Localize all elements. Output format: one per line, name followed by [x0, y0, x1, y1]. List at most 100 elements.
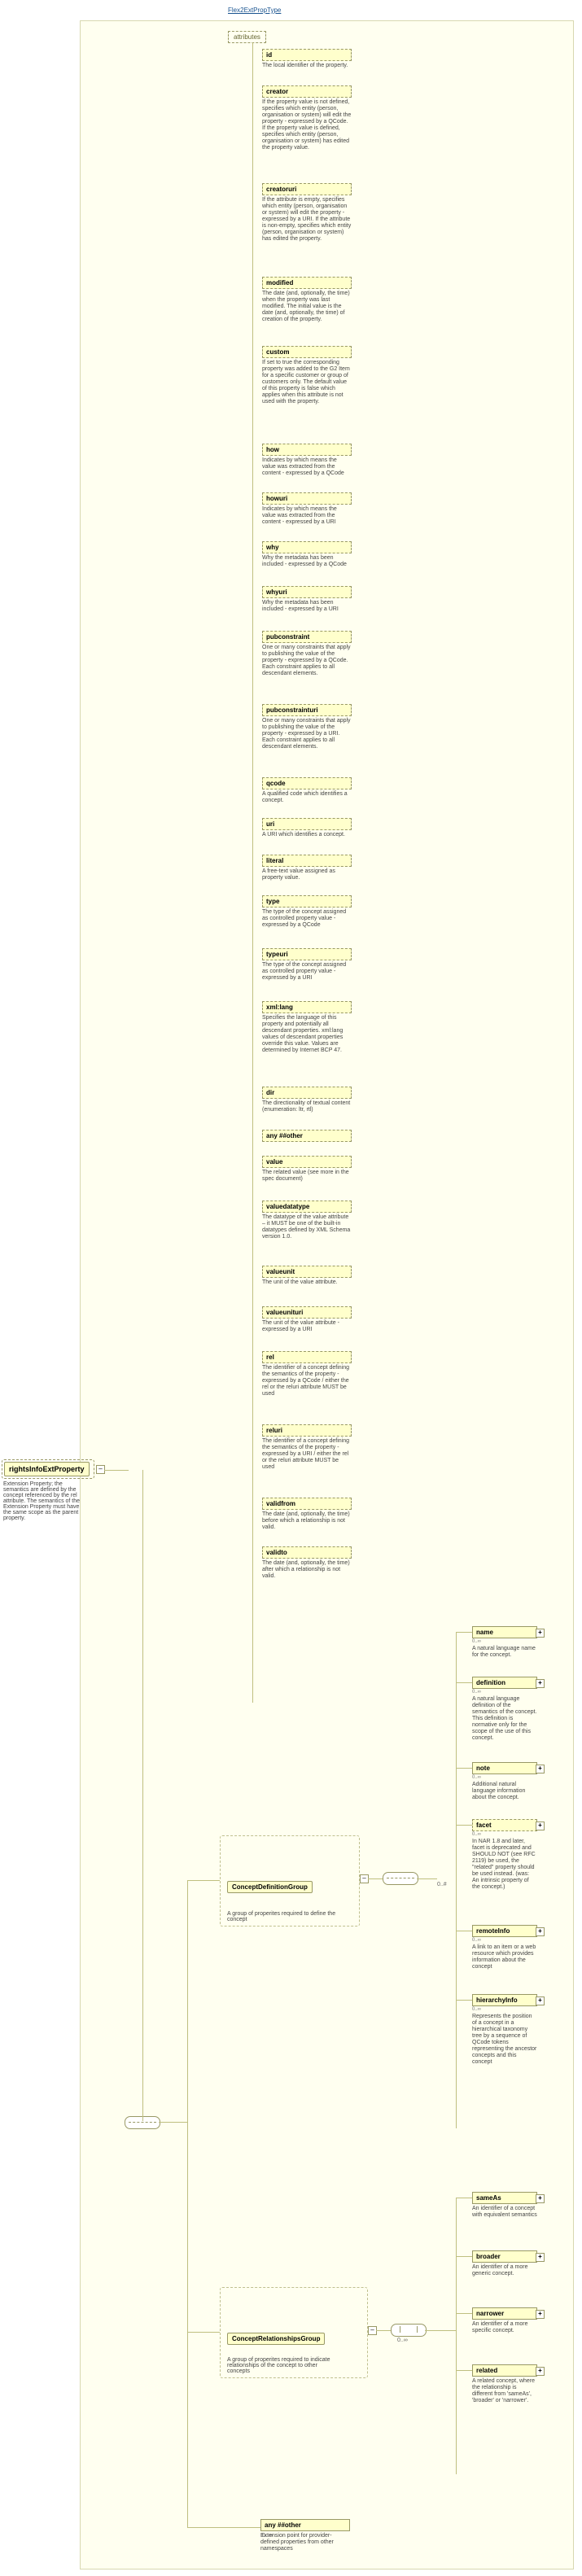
elem-hierarchyInfo: hierarchyInfo+ 0..∞ Represents the posit…: [472, 1994, 537, 2066]
attr-uri: uri A URI which identifies a concept.: [262, 818, 352, 838]
exp-definition[interactable]: +: [536, 1679, 545, 1688]
exp-narrower[interactable]: +: [536, 2310, 545, 2319]
defchildren-spine: [456, 1632, 457, 2128]
attr-uri-desc: A URI which identifies a concept.: [262, 832, 352, 838]
attr-pubconstrainturi-hdr[interactable]: pubconstrainturi: [262, 704, 352, 716]
exp-name[interactable]: +: [536, 1629, 545, 1638]
attr-xmllang-hdr[interactable]: xml:lang: [262, 1001, 352, 1013]
h-note: [456, 1768, 472, 1769]
attr-valuedatatype-hdr[interactable]: valuedatatype: [262, 1201, 352, 1213]
attr-id-hdr[interactable]: id: [262, 49, 352, 61]
attr-valuedatatype: valuedatatype The datatype of the value …: [262, 1201, 352, 1240]
attr-literal-hdr[interactable]: literal: [262, 855, 352, 867]
attr-whyuri-hdr[interactable]: whyuri: [262, 586, 352, 598]
attr-valueunit-desc: The unit of the value attribute.: [262, 1279, 352, 1286]
attr-qcode-hdr[interactable]: qcode: [262, 777, 352, 789]
exp-facet[interactable]: +: [536, 1822, 545, 1830]
attr-how-hdr[interactable]: how: [262, 444, 352, 456]
attr-creatoruri-desc: If the attribute is empty, specifies whi…: [262, 197, 352, 243]
attr-rel: rel The identifier of a concept defining…: [262, 1351, 352, 1397]
elem-name-box[interactable]: name+: [472, 1626, 537, 1638]
attr-validto-hdr[interactable]: validto: [262, 1546, 352, 1559]
attr-typeuri-hdr[interactable]: typeuri: [262, 948, 352, 960]
h-relseq: [376, 2330, 391, 2331]
attr-validfrom-hdr[interactable]: validfrom: [262, 1498, 352, 1510]
elem-hierarchyInfo-box[interactable]: hierarchyInfo+: [472, 1994, 537, 2006]
root-element[interactable]: rightsInfoExtProperty: [4, 1462, 90, 1476]
group-def-label[interactable]: ConceptDefinitionGroup: [227, 1881, 313, 1893]
exp-note[interactable]: +: [536, 1765, 545, 1773]
type-link[interactable]: Flex2ExtPropType: [228, 7, 281, 14]
exp-remoteInfo[interactable]: +: [536, 1927, 545, 1936]
exp-related[interactable]: +: [536, 2367, 545, 2376]
attr-dir-hdr[interactable]: dir: [262, 1087, 352, 1099]
attr-validto: validto The date (and, optionally, the t…: [262, 1546, 352, 1580]
elem-remoteInfo-desc: A link to an item or a web resource whic…: [472, 1944, 537, 1970]
elem-related-box[interactable]: related+: [472, 2364, 537, 2377]
attr-valueunituri: valueunituri The unit of the value attri…: [262, 1306, 352, 1333]
elem-remoteInfo-box[interactable]: remoteInfo+: [472, 1925, 537, 1937]
elem-sameAs-box[interactable]: sameAs+: [472, 2192, 537, 2204]
attr-how-desc: Indicates by which means the value was e…: [262, 457, 352, 477]
root-note: Extension Property; the semantics are de…: [3, 1481, 85, 1521]
attr-modified-hdr[interactable]: modified: [262, 277, 352, 289]
elem-note-label: note: [476, 1765, 490, 1772]
exp-sameAs[interactable]: +: [536, 2194, 545, 2203]
attr-value-hdr[interactable]: value: [262, 1156, 352, 1168]
seq-children-spine: [187, 1880, 188, 2527]
attr-creator-hdr[interactable]: creator: [262, 85, 352, 98]
attr-reluri: reluri The identifier of a concept defin…: [262, 1424, 352, 1471]
elem-note-box[interactable]: note+: [472, 1762, 537, 1774]
elem-remoteInfo: remoteInfo+ 0..∞ A link to an item or a …: [472, 1925, 537, 1970]
attr-howuri-hdr[interactable]: howuri: [262, 492, 352, 505]
attr-xmllang: xml:lang Specifies the language of this …: [262, 1001, 352, 1054]
attr-how: how Indicates by which means the value w…: [262, 444, 352, 477]
exp-hierarchyInfo[interactable]: +: [536, 1997, 545, 2005]
attr-why-hdr[interactable]: why: [262, 541, 352, 553]
attr-rel-hdr[interactable]: rel: [262, 1351, 352, 1363]
attr-pubconstraint-hdr[interactable]: pubconstraint: [262, 631, 352, 643]
elem-anyother-bottom: any ##other Extension point for provider…: [260, 2519, 350, 2552]
attr-type-hdr[interactable]: type: [262, 895, 352, 908]
attr-creator-desc: If the property value is not defined, sp…: [262, 99, 352, 151]
attr-rel-desc: The identifier of a concept defining the…: [262, 1365, 352, 1397]
attr-creatoruri-hdr[interactable]: creatoruri: [262, 183, 352, 195]
elem-definition-desc: A natural language definition of the sem…: [472, 1696, 537, 1742]
elem-definition-box[interactable]: definition+: [472, 1677, 537, 1689]
h-hierarchyInfo: [456, 2000, 472, 2001]
elem-narrower-box[interactable]: narrower+: [472, 2307, 537, 2320]
card-def-zero-one: 0..#: [437, 1882, 447, 1887]
attr-typeuri-desc: The type of the concept assigned as cont…: [262, 962, 352, 982]
attr-custom-hdr[interactable]: custom: [262, 346, 352, 358]
attr-pubconstraint: pubconstraint One or many constraints th…: [262, 631, 352, 677]
group-def: ConceptDefinitionGroup A group of proper…: [220, 1835, 360, 1927]
exp-broader[interactable]: +: [536, 2253, 545, 2262]
elem-facet-card: 0..∞: [472, 1832, 537, 1837]
attr-id-desc: The local identifier of the property.: [262, 63, 352, 69]
attr-whyuri-desc: Why the metadata has been included - exp…: [262, 600, 352, 613]
attr-xmllang-desc: Specifies the language of this property …: [262, 1015, 352, 1054]
attr-literal: literal A free-text value assigned as pr…: [262, 855, 352, 881]
card-rel: 0..∞: [397, 2338, 408, 2343]
h-to-defgroup: [187, 1880, 220, 1881]
elem-facet-box[interactable]: facet+: [472, 1819, 537, 1831]
attr-reluri-desc: The identifier of a concept defining the…: [262, 1438, 352, 1471]
h-broader: [456, 2256, 472, 2257]
attr-uri-hdr[interactable]: uri: [262, 818, 352, 830]
attr-anyother-hdr[interactable]: any ##other: [262, 1130, 352, 1142]
attr-valueunituri-hdr[interactable]: valueunituri: [262, 1306, 352, 1319]
elem-definition: definition+ 0..∞ A natural language defi…: [472, 1677, 537, 1742]
group-rel-label[interactable]: ConceptRelationshipsGroup: [227, 2333, 325, 2345]
h-relseq-out: [425, 2330, 456, 2331]
attr-reluri-hdr[interactable]: reluri: [262, 1424, 352, 1437]
h-to-bottomwild: [187, 2527, 260, 2528]
attr-type-desc: The type of the concept assigned as cont…: [262, 909, 352, 929]
elem-anyother-bottom-hdr[interactable]: any ##other: [260, 2519, 350, 2531]
attr-valueunit-hdr[interactable]: valueunit: [262, 1266, 352, 1278]
attr-pubconstraint-desc: One or many constraints that apply to pu…: [262, 645, 352, 677]
attributes-box: attributes: [228, 31, 266, 43]
elem-note-card: 0..∞: [472, 1775, 537, 1780]
elem-broader-box[interactable]: broader+: [472, 2250, 537, 2263]
elem-facet-desc: In NAR 1.8 and later, facet is deprecate…: [472, 1839, 537, 1891]
attr-modified-desc: The date (and, optionally, the time) whe…: [262, 291, 352, 323]
